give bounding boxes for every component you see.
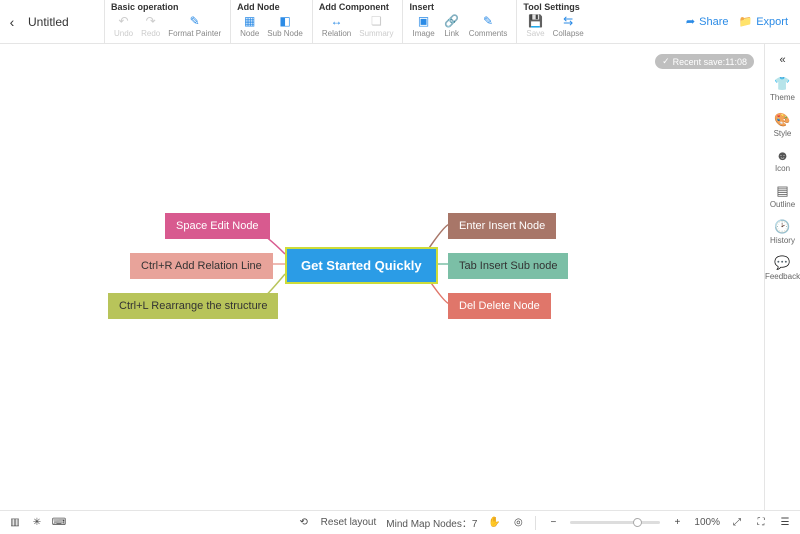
zoom-slider[interactable] [570, 521, 660, 524]
slider-knob[interactable] [633, 518, 642, 527]
canvas[interactable]: ✓Recent save:11:08 Get Started Quickly S… [0, 44, 764, 510]
document-title[interactable]: Untitled [24, 0, 104, 43]
autosave-badge: ✓Recent save:11:08 [655, 54, 754, 69]
undo-icon: ↶ [117, 14, 131, 28]
check-icon: ✓ [662, 56, 670, 67]
collapse-icon: ⇆ [561, 14, 575, 28]
zoom-level: 100% [694, 517, 720, 528]
top-toolbar: ‹ Untitled Basic operation ↶Undo ↷Redo ✎… [0, 0, 800, 44]
outline-icon: ▤ [776, 183, 788, 199]
save-button[interactable]: 💾Save [523, 14, 547, 38]
more-icon[interactable]: ☰ [778, 516, 792, 530]
group-add-node: Add Node ▦Node ◧Sub Node [230, 0, 312, 43]
redo-button[interactable]: ↷Redo [138, 14, 163, 38]
mindmap: Get Started Quickly Space Edit Node Ctrl… [90, 179, 570, 339]
back-button[interactable]: ‹ [0, 0, 24, 43]
view-icon[interactable]: ▥ [8, 516, 22, 530]
format-painter-button[interactable]: ✎Format Painter [165, 14, 224, 38]
right-node-0[interactable]: Enter Insert Node [448, 213, 556, 239]
settings-icon[interactable]: ✳ [30, 516, 44, 530]
export-button[interactable]: 📁Export [739, 15, 789, 28]
group-tool-settings: Tool Settings 💾Save ⇆Collapse [516, 0, 592, 43]
icon-tab[interactable]: ☻Icon [765, 144, 800, 177]
right-node-2[interactable]: Del Delete Node [448, 293, 551, 319]
history-icon: 🕑 [774, 219, 790, 235]
group-label: Insert [409, 0, 510, 12]
comments-button[interactable]: ✎Comments [466, 14, 511, 38]
summary-button[interactable]: ❏Summary [356, 14, 396, 38]
theme-tab[interactable]: 👕Theme [765, 72, 800, 106]
group-label: Tool Settings [523, 0, 586, 12]
nodes-label: Mind Map Nodes：7 [386, 515, 477, 530]
zoom-out-button[interactable]: − [546, 516, 560, 530]
share-icon: ➦ [686, 15, 695, 28]
save-icon: 💾 [529, 14, 543, 28]
group-insert: Insert ▣Image 🔗Link ✎Comments [402, 0, 516, 43]
share-button[interactable]: ➦Share [686, 15, 729, 28]
relation-icon: ↔ [330, 14, 344, 28]
right-sidebar: « 👕Theme 🎨Style ☻Icon ▤Outline 🕑History … [764, 44, 800, 510]
group-label: Add Component [319, 0, 397, 12]
reset-layout-icon[interactable]: ⟲ [297, 516, 311, 530]
history-tab[interactable]: 🕑History [765, 215, 800, 249]
comments-icon: ✎ [481, 14, 495, 28]
collapse-button[interactable]: ⇆Collapse [550, 14, 587, 38]
top-right-actions: ➦Share 📁Export [686, 0, 800, 43]
fullscreen-icon[interactable]: ⛶ [754, 516, 768, 530]
group-label: Basic operation [111, 0, 224, 12]
icon-icon: ☻ [776, 148, 790, 163]
style-icon: 🎨 [774, 112, 790, 128]
sub-node-icon: ◧ [278, 14, 292, 28]
target-icon[interactable]: ◎ [511, 516, 525, 530]
fit-icon[interactable]: ⤢ [730, 516, 744, 530]
feedback-icon: 💬 [774, 255, 790, 271]
image-button[interactable]: ▣Image [409, 14, 437, 38]
summary-icon: ❏ [369, 14, 383, 28]
style-tab[interactable]: 🎨Style [765, 108, 800, 142]
hand-tool-icon[interactable]: ✋ [487, 516, 501, 530]
undo-button[interactable]: ↶Undo [111, 14, 136, 38]
relation-button[interactable]: ↔Relation [319, 14, 354, 38]
zoom-in-button[interactable]: + [670, 516, 684, 530]
redo-icon: ↷ [144, 14, 158, 28]
node-icon: ▦ [243, 14, 257, 28]
format-painter-icon: ✎ [188, 14, 202, 28]
link-button[interactable]: 🔗Link [440, 14, 464, 38]
sub-node-button[interactable]: ◧Sub Node [264, 14, 306, 38]
sidebar-collapse-button[interactable]: « [775, 50, 789, 70]
left-node-0[interactable]: Space Edit Node [165, 213, 270, 239]
theme-icon: 👕 [774, 76, 790, 92]
link-icon: 🔗 [445, 14, 459, 28]
outline-tab[interactable]: ▤Outline [765, 179, 800, 213]
reset-layout-button[interactable]: Reset layout [321, 517, 377, 528]
divider [535, 516, 536, 530]
group-add-component: Add Component ↔Relation ❏Summary [312, 0, 403, 43]
left-node-2[interactable]: Ctrl+L Rearrange the structure [108, 293, 278, 319]
feedback-tab[interactable]: 💬Feedback [765, 251, 800, 285]
image-icon: ▣ [417, 14, 431, 28]
left-node-1[interactable]: Ctrl+R Add Relation Line [130, 253, 273, 279]
right-node-1[interactable]: Tab Insert Sub node [448, 253, 568, 279]
export-icon: 📁 [739, 15, 753, 28]
center-node[interactable]: Get Started Quickly [285, 247, 438, 284]
keyboard-icon[interactable]: ⌨ [52, 516, 66, 530]
group-label: Add Node [237, 0, 306, 12]
node-button[interactable]: ▦Node [237, 14, 262, 38]
status-bar: ▥ ✳ ⌨ ⟲ Reset layout Mind Map Nodes：7 ✋ … [0, 510, 800, 534]
group-basic-operation: Basic operation ↶Undo ↷Redo ✎Format Pain… [104, 0, 230, 43]
